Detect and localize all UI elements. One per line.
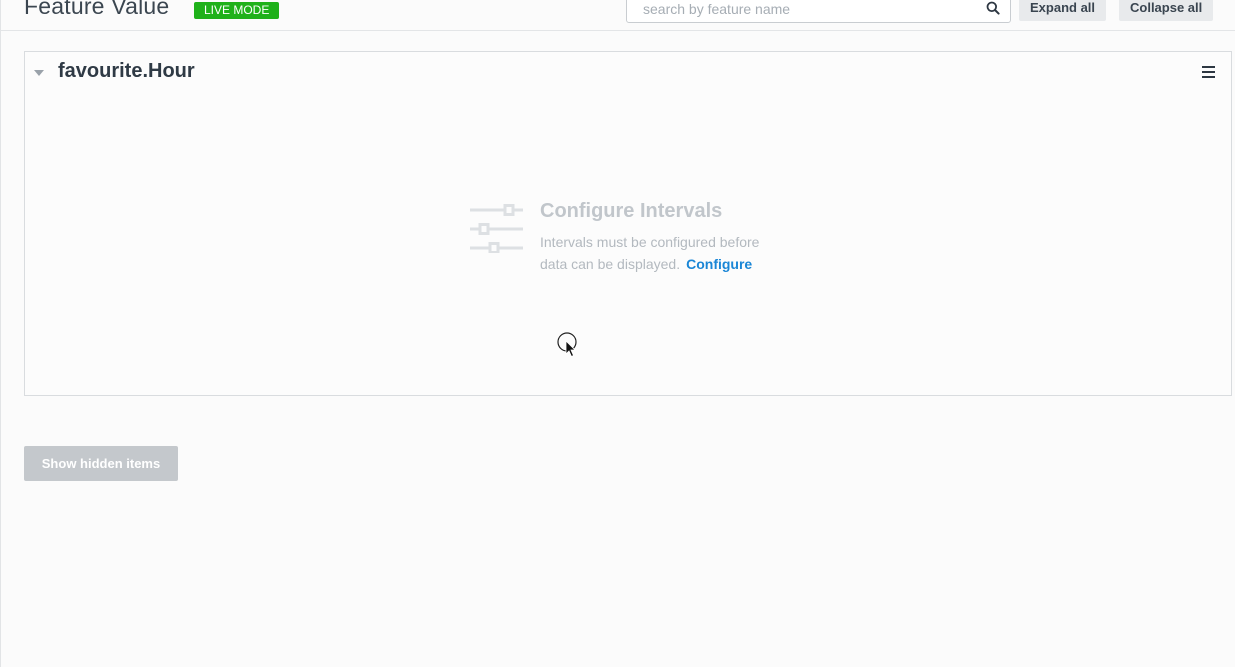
show-hidden-items-button[interactable]: Show hidden items	[24, 446, 178, 481]
empty-state: Configure Intervals Intervals must be co…	[470, 200, 830, 280]
search-box	[626, 0, 1011, 23]
caret-down-icon[interactable]	[34, 70, 44, 76]
page-title: Feature Value	[24, 0, 170, 19]
empty-state-line1: Intervals must be configured before	[540, 234, 760, 250]
header: Feature Value LIVE MODE Expand all Colla…	[1, 0, 1235, 31]
empty-state-heading: Configure Intervals	[540, 200, 723, 222]
mouse-cursor-icon	[557, 332, 577, 358]
search-icon[interactable]	[986, 1, 1000, 15]
live-mode-badge: LIVE MODE	[194, 2, 280, 19]
configure-link[interactable]: Configure	[686, 256, 752, 272]
collapse-all-button[interactable]: Collapse all	[1119, 0, 1214, 21]
hamburger-menu-icon[interactable]	[1202, 66, 1215, 78]
empty-state-message: Intervals must be configured before data…	[540, 231, 820, 275]
search-input[interactable]	[627, 0, 977, 22]
sliders-icon	[470, 204, 523, 253]
empty-state-line2: data can be displayed.	[540, 256, 681, 272]
feature-panel: favourite.Hour Configure Intervals Inter…	[24, 51, 1232, 396]
empty-state-line2-wrap: data can be displayed. Configure	[540, 253, 820, 275]
panel-title: favourite.Hour	[58, 60, 195, 82]
page: Feature Value LIVE MODE Expand all Colla…	[0, 0, 1235, 667]
expand-all-button[interactable]: Expand all	[1019, 0, 1107, 21]
